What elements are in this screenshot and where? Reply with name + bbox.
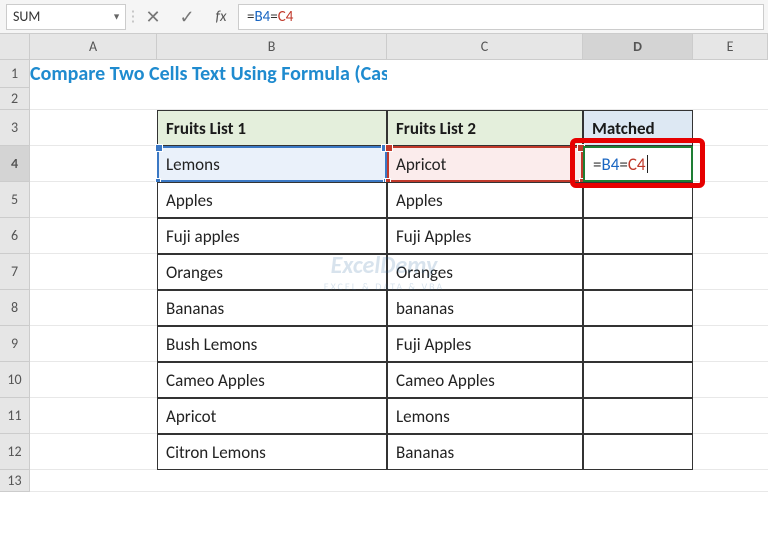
cell-e5[interactable] xyxy=(693,182,768,218)
cell-a2[interactable] xyxy=(30,88,157,110)
cell-c11[interactable]: Lemons xyxy=(387,398,583,434)
cell-b5[interactable]: Apples xyxy=(157,182,387,218)
cell-a4[interactable] xyxy=(30,146,157,182)
cancel-icon: ✕ xyxy=(145,6,160,28)
row-header-13[interactable]: 13 xyxy=(0,470,30,492)
cell-c13[interactable] xyxy=(387,470,583,492)
row-header-1[interactable]: 1 xyxy=(0,60,30,88)
cell-d9[interactable] xyxy=(583,326,693,362)
cell-a11[interactable] xyxy=(30,398,157,434)
cell-b11[interactable]: Apricot xyxy=(157,398,387,434)
col-header-a[interactable]: A xyxy=(30,34,157,60)
row-header-2[interactable]: 2 xyxy=(0,88,30,110)
formula-bar-input[interactable]: =B4=C4 xyxy=(238,4,764,30)
formula-bar: SUM ▼ ⋮ ✕ ✓ fx =B4=C4 xyxy=(0,0,768,34)
name-box[interactable]: SUM ▼ xyxy=(6,4,126,30)
cell-b6[interactable]: Fuji apples xyxy=(157,218,387,254)
cell-d2[interactable] xyxy=(583,88,693,110)
header-fruits-list-2[interactable]: Fruits List 2 xyxy=(387,110,583,146)
cell-text: Lemons xyxy=(166,154,220,175)
name-box-value: SUM xyxy=(13,8,40,25)
cell-c1[interactable] xyxy=(387,60,583,88)
row-header-8[interactable]: 8 xyxy=(0,290,30,326)
row-header-12[interactable]: 12 xyxy=(0,434,30,470)
check-icon: ✓ xyxy=(179,6,194,28)
cell-c9[interactable]: Fuji Apples xyxy=(387,326,583,362)
cell-a13[interactable] xyxy=(30,470,157,492)
row-header-10[interactable]: 10 xyxy=(0,362,30,398)
row-header-4[interactable]: 4 xyxy=(0,146,30,182)
cell-b9[interactable]: Bush Lemons xyxy=(157,326,387,362)
cancel-button[interactable]: ✕ xyxy=(136,3,170,31)
cell-c5[interactable]: Apples xyxy=(387,182,583,218)
cell-e13[interactable] xyxy=(693,470,768,492)
cell-d5[interactable] xyxy=(583,182,693,218)
cell-c6[interactable]: Fuji Apples xyxy=(387,218,583,254)
cell-c4[interactable]: Apricot xyxy=(387,146,583,182)
cell-d4-editing[interactable]: =B4=C4 xyxy=(583,146,693,182)
cell-b1[interactable]: Compare Two Cells Text Using Formula (Ca… xyxy=(157,60,387,88)
row-header-6[interactable]: 6 xyxy=(0,218,30,254)
cell-d8[interactable] xyxy=(583,290,693,326)
cell-d7[interactable] xyxy=(583,254,693,290)
cell-a3[interactable] xyxy=(30,110,157,146)
col-header-c[interactable]: C xyxy=(387,34,583,60)
cell-a6[interactable] xyxy=(30,218,157,254)
cell-b8[interactable]: Bananas xyxy=(157,290,387,326)
cell-d1[interactable] xyxy=(583,60,693,88)
col-header-d[interactable]: D xyxy=(583,34,693,60)
cell-e6[interactable] xyxy=(693,218,768,254)
cell-a5[interactable] xyxy=(30,182,157,218)
cell-c7[interactable]: Oranges xyxy=(387,254,583,290)
fx-icon: fx xyxy=(215,8,226,26)
col-header-e[interactable]: E xyxy=(693,34,768,60)
enter-button[interactable]: ✓ xyxy=(170,3,204,31)
formula-ref-c: C4 xyxy=(278,8,294,26)
cell-b2[interactable] xyxy=(157,88,387,110)
row-header-7[interactable]: 7 xyxy=(0,254,30,290)
cell-e3[interactable] xyxy=(693,110,768,146)
cell-e2[interactable] xyxy=(693,88,768,110)
cell-d10[interactable] xyxy=(583,362,693,398)
cell-d12[interactable] xyxy=(583,434,693,470)
spreadsheet-grid[interactable]: A B C D E 1 Compare Two Cells Text Using… xyxy=(0,34,768,492)
row-header-5[interactable]: 5 xyxy=(0,182,30,218)
formula-ref-b: B4 xyxy=(254,8,270,26)
dropdown-icon[interactable]: ▼ xyxy=(112,11,121,22)
cell-b4[interactable]: Lemons xyxy=(157,146,387,182)
cell-e7[interactable] xyxy=(693,254,768,290)
cell-b7[interactable]: Oranges xyxy=(157,254,387,290)
header-fruits-list-1[interactable]: Fruits List 1 xyxy=(157,110,387,146)
cell-a10[interactable] xyxy=(30,362,157,398)
insert-function-button[interactable]: fx xyxy=(204,3,238,31)
cell-b12[interactable]: Citron Lemons xyxy=(157,434,387,470)
header-matched[interactable]: Matched xyxy=(583,110,693,146)
cell-e4[interactable] xyxy=(693,146,768,182)
cell-e8[interactable] xyxy=(693,290,768,326)
cell-text: Apricot xyxy=(396,154,446,175)
select-all-corner[interactable] xyxy=(0,34,30,60)
row-header-9[interactable]: 9 xyxy=(0,326,30,362)
cell-d6[interactable] xyxy=(583,218,693,254)
cell-e12[interactable] xyxy=(693,434,768,470)
cell-d13[interactable] xyxy=(583,470,693,492)
cell-a7[interactable] xyxy=(30,254,157,290)
cell-e9[interactable] xyxy=(693,326,768,362)
col-header-b[interactable]: B xyxy=(157,34,387,60)
row-header-3[interactable]: 3 xyxy=(0,110,30,146)
cell-c8[interactable]: bananas xyxy=(387,290,583,326)
cell-c10[interactable]: Cameo Apples xyxy=(387,362,583,398)
cell-c12[interactable]: Bananas xyxy=(387,434,583,470)
row-header-11[interactable]: 11 xyxy=(0,398,30,434)
cell-d11[interactable] xyxy=(583,398,693,434)
cell-e10[interactable] xyxy=(693,362,768,398)
cell-b10[interactable]: Cameo Apples xyxy=(157,362,387,398)
cell-e1[interactable] xyxy=(693,60,768,88)
cell-a12[interactable] xyxy=(30,434,157,470)
cell-b13[interactable] xyxy=(157,470,387,492)
cell-a9[interactable] xyxy=(30,326,157,362)
cell-e11[interactable] xyxy=(693,398,768,434)
cell-c2[interactable] xyxy=(387,88,583,110)
cell-a8[interactable] xyxy=(30,290,157,326)
